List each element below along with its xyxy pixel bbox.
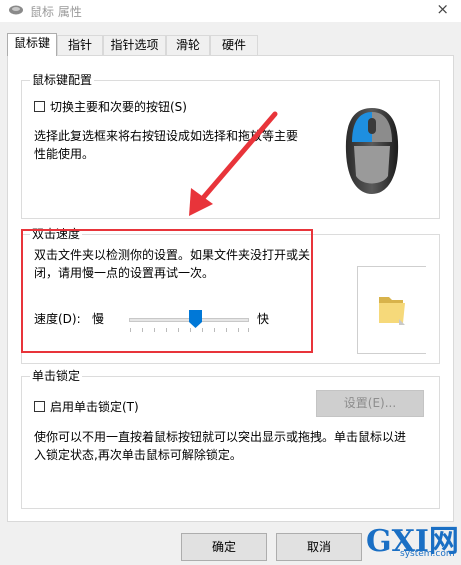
folder-icon[interactable]: [377, 293, 407, 327]
mouse-icon: [8, 4, 24, 19]
tab-label: 滑轮: [175, 38, 200, 52]
slider-tick: [130, 328, 131, 332]
click-lock-label: 启用单击锁定(T): [50, 400, 139, 414]
double-click-description: 双击文件夹以检测你的设置。如果文件夹没打开或关: [34, 248, 311, 262]
window-title: 鼠标 属性: [30, 5, 82, 19]
slider-tick: [166, 328, 167, 332]
click-lock-settings-button[interactable]: 设置(E)...: [316, 390, 424, 417]
speed-label: 速度(D):: [34, 312, 81, 326]
button-config-description: 性能使用。: [34, 147, 95, 161]
tab-label: 指针选项: [110, 38, 159, 52]
tab-buttons[interactable]: 鼠标键: [7, 33, 57, 56]
slider-tick: [226, 328, 227, 332]
tab-pointer-options[interactable]: 指针选项: [103, 35, 166, 55]
click-lock-description: 使你可以不用一直按着鼠标按钮就可以突出显示或拖拽。单击鼠标以进: [34, 430, 407, 444]
click-lock-checkbox[interactable]: [34, 401, 45, 412]
group-title: 双击速度: [30, 226, 83, 242]
swap-buttons-label: 切换主要和次要的按钮(S): [50, 100, 187, 114]
click-lock-description: 入锁定状态,再次单击鼠标可解除锁定。: [34, 448, 242, 462]
group-title: 单击锁定: [30, 368, 83, 384]
fast-label: 快: [257, 312, 270, 326]
tab-hardware[interactable]: 硬件: [210, 35, 258, 55]
swap-buttons-checkbox[interactable]: [34, 101, 45, 112]
slider-tick: [178, 328, 179, 332]
cancel-button[interactable]: 取消: [276, 533, 362, 561]
slider-tick: [248, 328, 249, 332]
tab-label: 指针: [67, 38, 92, 52]
title-bar: 鼠标 属性 ×: [0, 0, 461, 22]
watermark-site-text: system.com: [400, 549, 455, 559]
slider-tick: [154, 328, 155, 332]
double-click-description: 闭，请用慢一点的设置再试一次。: [34, 266, 215, 280]
close-button[interactable]: ×: [436, 0, 449, 18]
tab-label: 鼠标键: [13, 36, 50, 50]
slider-tick: [238, 328, 239, 332]
slider-tick: [202, 328, 203, 332]
slider-tick: [142, 328, 143, 332]
tab-pointers[interactable]: 指针: [57, 35, 103, 55]
group-title: 鼠标键配置: [30, 72, 95, 88]
watermark-logo: GXI网 system.com: [362, 520, 461, 565]
tab-wheel[interactable]: 滑轮: [166, 35, 210, 55]
slow-label: 慢: [92, 312, 105, 326]
slider-tick: [214, 328, 215, 332]
ok-button[interactable]: 确定: [181, 533, 267, 561]
speed-slider-thumb[interactable]: [189, 310, 202, 328]
slider-tick: [190, 328, 191, 332]
mouse-hardware-image: [342, 106, 402, 196]
red-arrow-icon: [185, 110, 280, 220]
tab-label: 硬件: [221, 38, 246, 52]
